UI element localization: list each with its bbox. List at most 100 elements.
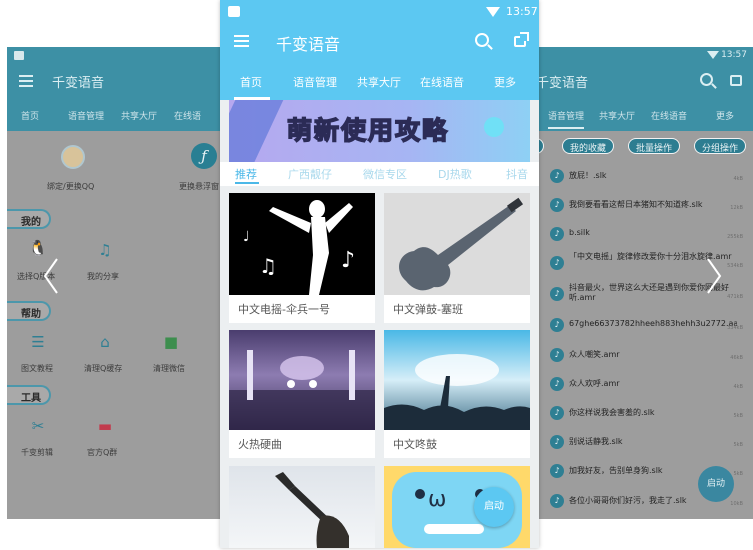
left-app-title: 千变语音 (52, 76, 105, 91)
qq-penguin-icon[interactable]: 🐧 (27, 239, 49, 257)
wifi-icon (707, 51, 719, 59)
broom-icon[interactable]: ⌂ (94, 333, 116, 351)
audio-file-icon: ♪ (550, 198, 564, 212)
file-size: 334kB (727, 325, 743, 331)
file-size: 4kB (733, 384, 743, 390)
chip-favorites[interactable]: 我的收藏 (562, 138, 615, 154)
audio-file-icon: ♪ (550, 406, 564, 420)
audio-file-icon: ♪ (550, 377, 564, 391)
scissors-icon[interactable]: ✂ (27, 417, 49, 435)
sound-card[interactable]: ♫ ♪ ♩ 中文电摇-伞兵一号 (229, 193, 375, 323)
tab-online-voice[interactable]: 在线语音 (420, 74, 464, 90)
sound-card[interactable]: 火热硬曲 (229, 330, 375, 458)
sound-card[interactable] (229, 466, 375, 548)
card-caption: 中文咚鼓 (393, 438, 437, 451)
file-row[interactable]: ♪ 我倒要看看这帮日本猪知不知道疼.slk 12kB (538, 190, 753, 220)
svg-text:♩: ♩ (243, 229, 250, 245)
file-row[interactable]: ♪ 众人嘲笑.amr 46kB (538, 340, 753, 370)
share-icon[interactable] (514, 32, 529, 47)
file-row[interactable]: ♪ 67ghe66373782hheeh883hehh3u2772.aac 33… (538, 310, 753, 340)
right-start-button[interactable]: 启动 (698, 466, 734, 502)
notification-icon (228, 6, 240, 17)
right-tab-more[interactable]: 更多 (716, 109, 734, 122)
tab-voice-manage[interactable]: 语音管理 (293, 74, 337, 90)
clear-q-cache-label[interactable]: 清理Q缓存 (84, 363, 122, 374)
file-size: 5kB (733, 471, 743, 477)
previous-arrow-icon[interactable] (43, 258, 59, 294)
right-tab-share-hall[interactable]: 共享大厅 (599, 109, 635, 122)
left-tab-share-hall[interactable]: 共享大厅 (121, 109, 157, 122)
right-tab-online-voice[interactable]: 在线语音 (651, 109, 687, 122)
svg-text:♫: ♫ (259, 254, 277, 278)
left-tab-home[interactable]: 首页 (21, 109, 39, 122)
music-note-icon[interactable]: ♫ (94, 241, 116, 259)
left-drawer-content: ƒ 绑定/更换QQ 更换悬浮窗 我的 🐧 ♫ 选择Q版本 我的分享 帮助 ☰ ⌂… (7, 131, 222, 519)
audio-file-icon: ♪ (550, 318, 564, 332)
file-row[interactable]: ♪ 众人欢呼.amr 4kB (538, 369, 753, 399)
wifi-icon (486, 7, 500, 17)
editor-label[interactable]: 千变剪辑 (21, 447, 53, 458)
tab-share-hall[interactable]: 共享大厅 (357, 74, 401, 90)
tab-home[interactable]: 首页 (240, 74, 262, 90)
file-name: 别说话静我.slk (569, 437, 623, 446)
chip-batch[interactable]: 批量操作 (628, 138, 681, 154)
audio-file-icon: ♪ (550, 169, 564, 183)
subtab-douyin[interactable]: 抖音 (506, 166, 528, 182)
right-tab-bar: 语音管理 共享大厅 在线语音 更多 (538, 97, 753, 131)
file-size: 4kB (733, 176, 743, 182)
sound-card[interactable]: 中文弹鼓-塞班 (384, 193, 530, 323)
card-image (384, 193, 530, 295)
menu-icon[interactable] (234, 35, 249, 48)
right-status-time: 13:57 (721, 50, 747, 60)
file-size: 5kB (733, 442, 743, 448)
bind-qq-label[interactable]: 绑定/更换QQ (47, 181, 94, 192)
guide-banner[interactable]: 萌新使用攻略 (229, 100, 530, 162)
file-row[interactable]: ♪ b.silk 255kB (538, 219, 753, 249)
file-name: 你这样说我会害羞的.slk (569, 408, 655, 417)
left-screen-preview: 千变语音 首页 语音管理 共享大厅 在线语 ƒ 绑定/更换QQ 更换悬浮窗 我的… (7, 47, 222, 519)
section-tools: 工具 (7, 385, 51, 405)
wechat-icon[interactable]: ■ (160, 333, 182, 351)
sound-card[interactable]: 中文咚鼓 (384, 330, 530, 458)
subtab-dj[interactable]: DJ热歌 (438, 166, 472, 182)
file-row[interactable]: ♪ 你这样说我会害羞的.slk 5kB (538, 398, 753, 428)
trumpet-player-image (275, 472, 349, 548)
subtab-guangxi[interactable]: 广西靓仔 (288, 166, 332, 182)
subtab-wechat[interactable]: 微信专区 (363, 166, 407, 182)
right-tab-underline (548, 127, 584, 129)
search-icon[interactable] (475, 33, 489, 47)
chat-icon[interactable]: ▬ (94, 417, 116, 435)
left-app-bar: 千变语音 (7, 65, 222, 97)
next-arrow-icon[interactable] (706, 258, 722, 294)
left-tab-online-voice[interactable]: 在线语 (174, 109, 201, 122)
dancer-image: ♫ ♪ ♩ (243, 200, 355, 295)
banner-title: 萌新使用攻略 (286, 115, 450, 146)
audio-file-icon: ♪ (550, 494, 564, 508)
banner-dot (484, 117, 504, 137)
file-size: 5kB (733, 413, 743, 419)
change-skin-label[interactable]: 更换悬浮窗 (179, 181, 219, 192)
subtab-recommend[interactable]: 推荐 (235, 166, 257, 182)
tutorial-label[interactable]: 图文教程 (21, 363, 53, 374)
my-share-label[interactable]: 我的分享 (87, 271, 119, 282)
list-icon[interactable]: ☰ (27, 333, 49, 351)
right-tab-voice-manage[interactable]: 语音管理 (548, 109, 584, 122)
file-size: 10kB (730, 501, 743, 507)
left-tab-voice-manage[interactable]: 语音管理 (68, 109, 104, 122)
tab-more[interactable]: 更多 (494, 74, 516, 90)
avatar[interactable] (61, 145, 85, 169)
chip-group[interactable]: 分组操作 (694, 138, 747, 154)
start-button[interactable]: 启动 (474, 487, 514, 527)
official-group-label[interactable]: 官方Q群 (87, 447, 117, 458)
menu-icon[interactable] (19, 75, 33, 87)
file-row[interactable]: ♪ 放屁！.slk 4kB (538, 161, 753, 191)
share-icon[interactable] (730, 75, 742, 86)
clear-wechat-label[interactable]: 清理微信 (153, 363, 185, 374)
file-row[interactable]: ♪ 别说话静我.slk 5kB (538, 427, 753, 457)
left-status-bar (7, 47, 222, 65)
search-icon[interactable] (700, 73, 713, 86)
skin-icon[interactable]: ƒ (191, 143, 217, 169)
file-name: 众人嘲笑.amr (569, 350, 620, 359)
file-name: 众人欢呼.amr (569, 379, 620, 388)
file-name: 放屁！.slk (569, 171, 607, 180)
